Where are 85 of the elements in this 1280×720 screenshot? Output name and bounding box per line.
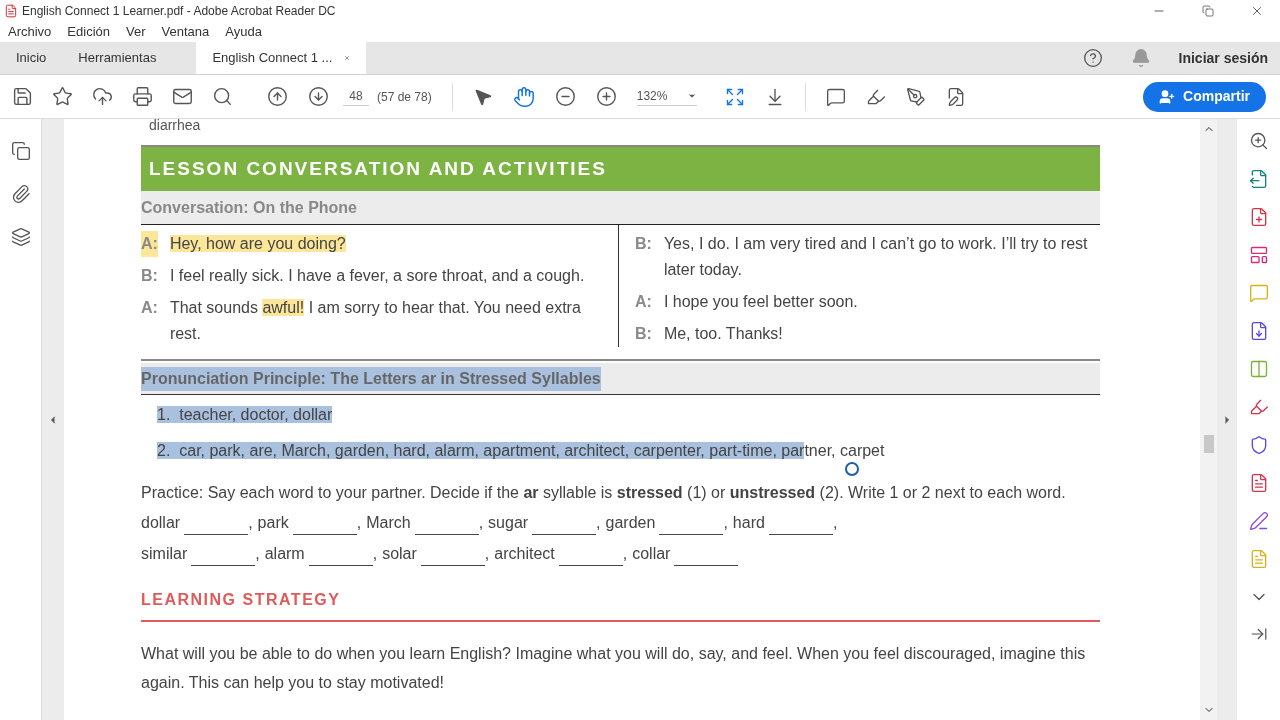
dialogue-line: That sounds awful! I am sorry to hear that. You need extra rest.: [169, 298, 582, 344]
zoom-in-icon[interactable]: [595, 86, 617, 107]
layers-icon[interactable]: [10, 227, 31, 247]
next-page-icon[interactable]: [308, 86, 329, 107]
practice-instructions: Practice: Say each word to your partner. Decide if the ar syllable is stressed (1) or unstressed (2). Write 1 or 2 next to each word.: [141, 483, 1067, 503]
previous-page-icon[interactable]: [267, 86, 288, 107]
menu-item[interactable]: Edición: [67, 21, 110, 42]
hand-icon[interactable]: [512, 85, 535, 108]
practice-word: hard: [732, 513, 765, 533]
dialogue-line: Me, too. Thanks!: [663, 324, 783, 344]
practice-word: architect: [494, 544, 555, 564]
lesson-banner: LESSON CONVERSATION AND ACTIVITIES: [141, 145, 1100, 191]
comma: ,: [372, 544, 378, 564]
pdf-icon: [4, 3, 18, 18]
share-button[interactable]: Compartir: [1143, 81, 1266, 112]
caret-icon: [686, 91, 697, 101]
fit-page-icon[interactable]: [724, 86, 745, 107]
attachment-icon[interactable]: [10, 184, 31, 204]
comma: ,: [478, 513, 484, 533]
comma: ,: [248, 513, 253, 533]
user-plus-icon: [1159, 88, 1176, 105]
strategy-paragraph: What will you be able to do when you learn English? Imagine what you will do, say, and feel. When you feel discouraged, imagine this again. This can help you to stay motivated!: [141, 644, 1087, 693]
speaker-label: B:: [635, 324, 652, 344]
save-icon[interactable]: [12, 86, 33, 107]
menu-item[interactable]: Ayuda: [225, 21, 262, 42]
star-icon[interactable]: [52, 86, 73, 107]
scrollbar-thumb[interactable]: [1203, 435, 1214, 453]
window-title: English Connect 1 Learner.pdf - Adobe Acrobat Reader DC: [22, 2, 336, 20]
speaker-label: A:: [635, 292, 652, 312]
dialogue-line: I feel really sick. I have a fever, a sore throat, and a cough.: [169, 266, 585, 286]
practice-word: alarm: [264, 544, 305, 564]
zoom-icon[interactable]: [1248, 131, 1269, 151]
word-list-item: 1. teacher, doctor, dollar: [157, 405, 334, 425]
restore-icon[interactable]: [1202, 4, 1214, 17]
organize-icon[interactable]: [1248, 245, 1269, 265]
word-list-item: 2. car, park, are, March, garden, hard, alarm, apartment, architect, carpenter, part-time, partner, carpet: [157, 441, 886, 461]
selection-handle[interactable]: [845, 462, 859, 476]
comma: ,: [596, 513, 601, 533]
search-icon[interactable]: [212, 86, 233, 107]
edit-icon[interactable]: [1248, 397, 1269, 417]
practice-word: March: [366, 513, 411, 533]
practice-word: garden: [605, 513, 656, 533]
export-pdf-icon[interactable]: [1248, 169, 1269, 189]
comma: ,: [832, 513, 838, 533]
speaker-label: A:: [141, 298, 158, 318]
print-icon[interactable]: [132, 86, 153, 107]
speaker-label: B:: [635, 234, 652, 254]
speaker-label: A:: [141, 231, 158, 257]
dialogue-line: I hope you feel better soon.: [663, 292, 858, 312]
menu-item[interactable]: Ver: [126, 21, 146, 42]
tab[interactable]: Inicio: [0, 42, 63, 74]
practice-word: dollar: [141, 513, 181, 533]
comma: ,: [356, 513, 362, 533]
practice-word: sugar: [488, 513, 529, 533]
section-heading: Pronunciation Principle: The Letters ar in Stressed Syllables: [141, 366, 601, 391]
help-icon[interactable]: [1082, 48, 1103, 68]
page-count: (57 de 78): [377, 88, 432, 106]
practice-word: solar: [382, 544, 417, 564]
comma: ,: [255, 544, 260, 564]
text-fragment: diarrhea: [148, 119, 202, 131]
menu-item[interactable]: Archivo: [8, 21, 52, 42]
comment-icon[interactable]: [825, 86, 846, 107]
expand-panel-icon[interactable]: [1249, 625, 1268, 643]
tab[interactable]: English Connect 1 ...: [196, 42, 367, 74]
comma: ,: [484, 544, 490, 564]
sign-icon[interactable]: [1248, 511, 1269, 531]
mail-icon[interactable]: [172, 86, 193, 107]
comma: ,: [723, 513, 728, 533]
zoom-out-icon[interactable]: [554, 86, 576, 107]
pages-icon[interactable]: [10, 141, 31, 161]
menu-item[interactable]: Ventana: [161, 21, 210, 42]
practice-word: similar: [141, 544, 188, 564]
zoom-dropdown[interactable]: 132%: [636, 87, 697, 106]
section-heading: Conversation: On the Phone: [141, 191, 1100, 225]
practice-word: park: [257, 513, 289, 533]
page-number-field[interactable]: 48: [343, 87, 369, 106]
upload-icon[interactable]: [92, 86, 113, 107]
pen-icon[interactable]: [905, 86, 926, 107]
tab[interactable]: Herramientas: [62, 42, 173, 74]
speaker-label: B:: [141, 266, 158, 286]
dialogue-line: Yes, I do. I am very tired and I can’t go to work. I’ll try to rest later today.: [663, 234, 1089, 280]
sign-in-link[interactable]: Iniciar sesión: [1178, 47, 1268, 69]
comma: ,: [622, 544, 628, 564]
section-heading: LEARNING STRATEGY: [141, 588, 1100, 622]
practice-word: collar: [632, 544, 671, 564]
